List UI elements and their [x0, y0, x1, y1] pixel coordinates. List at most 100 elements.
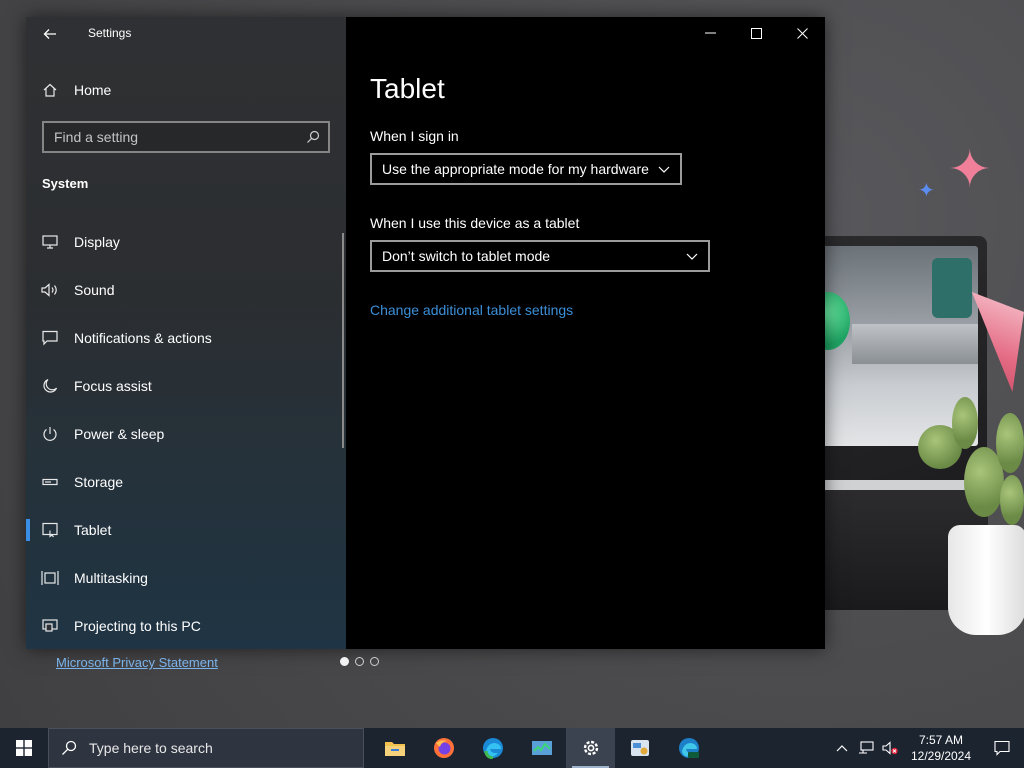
nav-item-label: Focus assist	[74, 378, 152, 394]
nav-item-storage[interactable]: Storage	[26, 458, 346, 506]
nav-list: Display Sound Notifications & actions Fo…	[26, 218, 346, 649]
taskbar-edge-beta[interactable]	[664, 728, 713, 768]
nav-item-label: Sound	[74, 282, 115, 298]
taskbar-settings[interactable]	[566, 728, 615, 768]
multitasking-icon	[26, 570, 74, 586]
maximize-button[interactable]	[733, 17, 779, 49]
nav-item-focus-assist[interactable]: Focus assist	[26, 362, 346, 410]
tablet-icon	[26, 522, 74, 538]
sign-in-label: When I sign in	[370, 128, 459, 144]
control-panel-icon	[630, 740, 649, 756]
edge-beta-icon	[678, 738, 699, 758]
nav-item-label: Tablet	[74, 522, 112, 538]
home-icon	[26, 82, 74, 98]
minimize-button[interactable]	[687, 17, 733, 49]
find-setting-search[interactable]	[42, 121, 330, 153]
nav-item-label: Home	[74, 82, 112, 98]
drive-icon	[26, 478, 74, 486]
app-title: Settings	[88, 26, 132, 40]
search-icon	[62, 740, 77, 755]
taskbar-file-explorer[interactable]	[370, 728, 419, 768]
clock-time: 7:57 AM	[918, 733, 964, 747]
file-explorer-icon	[384, 742, 405, 756]
settings-window: Settings Home System Display	[26, 17, 825, 649]
taskbar-search-placeholder: Type here to search	[89, 740, 213, 756]
plant-pot-decoration	[948, 525, 1024, 635]
back-arrow-icon	[43, 29, 56, 39]
tablet-use-label: When I use this device as a tablet	[370, 215, 580, 231]
nav-item-tablet[interactable]: Tablet	[26, 506, 346, 554]
sparkle-decoration: ✦	[948, 141, 992, 199]
nav-item-home[interactable]: Home	[26, 73, 346, 107]
power-icon	[26, 426, 74, 442]
navigation-pane: Settings Home System Display	[26, 17, 346, 649]
task-manager-icon	[531, 741, 552, 755]
taskbar-control-panel[interactable]	[615, 728, 664, 768]
chevron-down-icon	[658, 166, 670, 173]
close-icon	[796, 27, 808, 39]
close-button[interactable]	[779, 17, 825, 49]
taskbar: Type here to search 7:57 AM 12/29/2024	[0, 728, 1024, 768]
clock-date: 12/29/2024	[910, 749, 972, 763]
dropdown-value: Use the appropriate mode for my hardware	[382, 161, 649, 177]
slide-dot[interactable]	[370, 657, 379, 666]
nav-item-label: Notifications & actions	[74, 330, 212, 346]
nav-item-label: Storage	[74, 474, 124, 490]
monitor-icon	[26, 235, 74, 249]
window-controls	[687, 17, 825, 49]
taskbar-apps	[370, 728, 713, 768]
nav-item-notifications[interactable]: Notifications & actions	[26, 314, 346, 362]
chevron-down-icon	[686, 253, 698, 260]
nav-scrollbar[interactable]	[342, 233, 344, 448]
projector-icon	[26, 618, 74, 634]
maximize-icon	[750, 27, 762, 39]
moon-icon	[26, 378, 74, 394]
minimize-icon	[704, 32, 716, 34]
section-heading: System	[42, 176, 89, 191]
nav-item-sound[interactable]: Sound	[26, 266, 346, 314]
firefox-icon	[433, 738, 454, 758]
network-icon	[859, 741, 874, 754]
settings-icon	[583, 740, 598, 756]
back-button[interactable]	[36, 23, 64, 45]
notification-icon	[994, 740, 1010, 756]
nav-item-multitasking[interactable]: Multitasking	[26, 554, 346, 602]
nav-item-display[interactable]: Display	[26, 218, 346, 266]
show-hidden-icons-button[interactable]	[830, 744, 854, 752]
taskbar-firefox[interactable]	[419, 728, 468, 768]
chevron-up-icon	[836, 745, 848, 752]
privacy-statement-link[interactable]: Microsoft Privacy Statement	[56, 655, 218, 670]
volume-button[interactable]	[878, 741, 902, 755]
taskbar-search[interactable]: Type here to search	[48, 728, 364, 768]
dropdown-value: Don’t switch to tablet mode	[382, 248, 551, 264]
slide-dot[interactable]	[340, 657, 349, 666]
message-icon	[26, 330, 74, 346]
nav-item-power-sleep[interactable]: Power & sleep	[26, 410, 346, 458]
nav-item-label: Display	[74, 234, 120, 250]
clock-button[interactable]: 7:57 AM 12/29/2024	[902, 732, 980, 764]
page-title: Tablet	[370, 73, 445, 104]
nav-item-projecting[interactable]: Projecting to this PC	[26, 602, 346, 649]
edge-icon	[482, 738, 503, 759]
sign-in-mode-dropdown[interactable]: Use the appropriate mode for my hardware	[370, 153, 682, 185]
start-button[interactable]	[0, 728, 48, 768]
network-button[interactable]	[854, 741, 878, 755]
speaker-icon	[26, 283, 74, 297]
tablet-mode-dropdown[interactable]: Don’t switch to tablet mode	[370, 240, 710, 272]
nav-item-label: Projecting to this PC	[74, 618, 201, 634]
title-bar: Settings	[26, 17, 346, 49]
system-tray: 7:57 AM 12/29/2024	[830, 728, 1024, 768]
sparkle-decoration: ✦	[918, 180, 935, 202]
search-input[interactable]	[54, 129, 306, 145]
nav-item-label: Multitasking	[74, 570, 148, 586]
additional-tablet-settings-link[interactable]: Change additional tablet settings	[370, 302, 573, 318]
search-icon	[307, 130, 320, 143]
action-center-button[interactable]	[980, 740, 1024, 756]
taskbar-task-manager[interactable]	[517, 728, 566, 768]
nav-item-label: Power & sleep	[74, 426, 165, 442]
slide-dot[interactable]	[355, 657, 364, 666]
content-pane: Tablet When I sign in Use the appropriat…	[346, 17, 825, 649]
taskbar-edge[interactable]	[468, 728, 517, 768]
volume-muted-icon	[882, 741, 898, 755]
windows-logo-icon	[16, 740, 32, 756]
